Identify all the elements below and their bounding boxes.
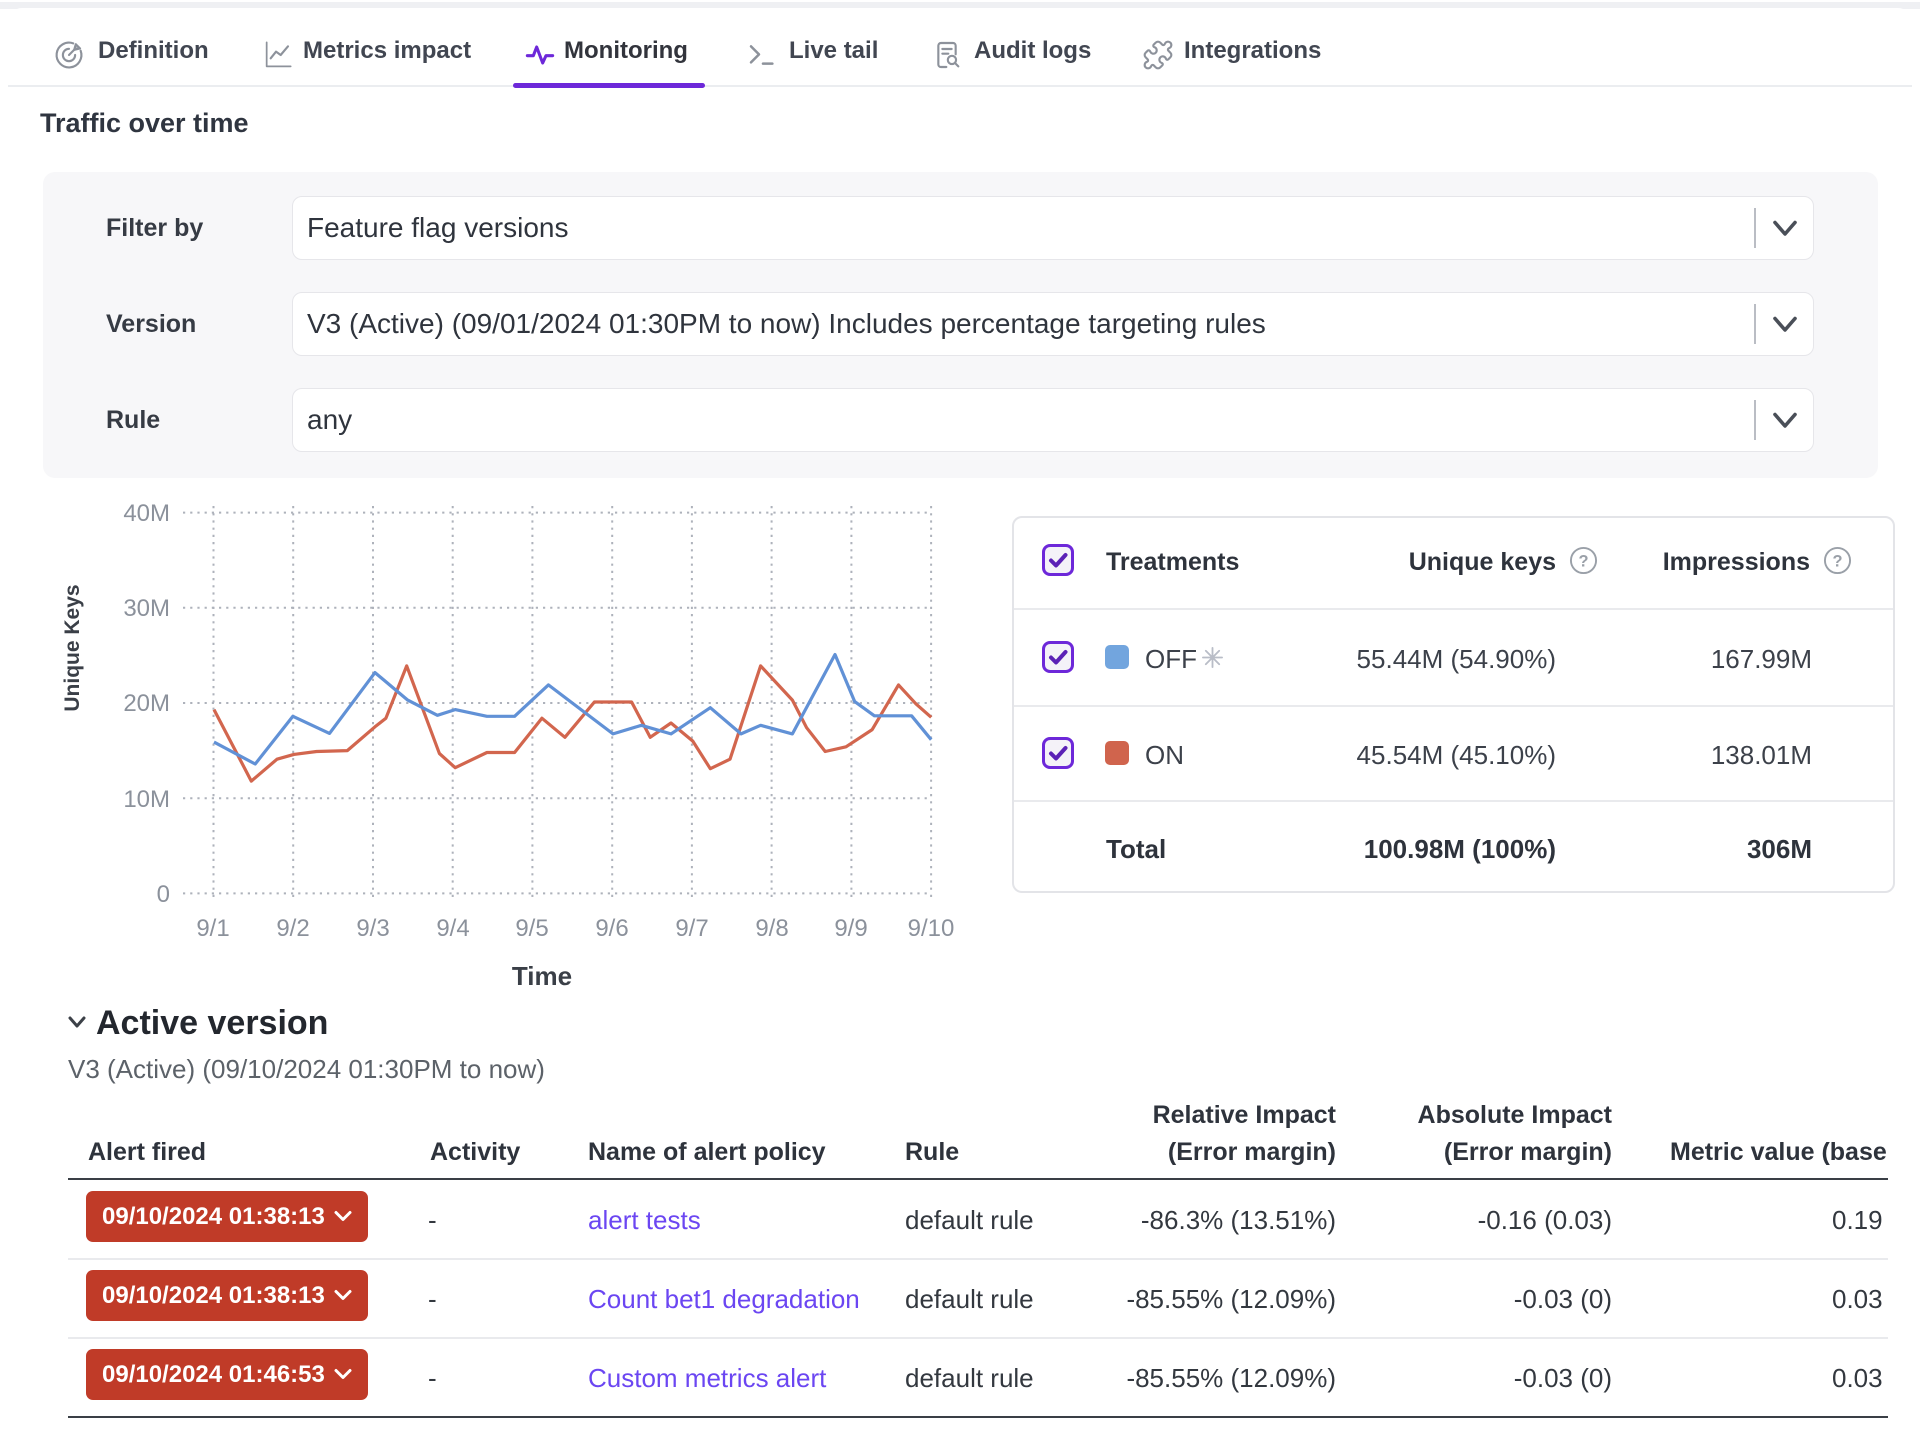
svg-text:9/5: 9/5 [515,915,548,942]
svg-text:9/7: 9/7 [675,915,708,942]
svg-text:Time: Time [512,961,572,991]
svg-text:30M: 30M [123,595,170,622]
svg-text:9/2: 9/2 [276,915,309,942]
svg-text:9/8: 9/8 [755,915,788,942]
svg-text:9/6: 9/6 [595,915,628,942]
svg-text:9/1: 9/1 [196,915,229,942]
svg-text:40M: 40M [123,500,170,527]
svg-text:9/3: 9/3 [356,915,389,942]
svg-text:9/10: 9/10 [908,915,955,942]
svg-text:0: 0 [157,881,170,908]
svg-text:?: ? [1832,552,1842,570]
svg-text:20M: 20M [123,690,170,717]
svg-text:9/9: 9/9 [834,915,867,942]
svg-text:9/4: 9/4 [436,915,469,942]
svg-text:10M: 10M [123,786,170,813]
svg-text:Unique Keys: Unique Keys [61,584,84,711]
